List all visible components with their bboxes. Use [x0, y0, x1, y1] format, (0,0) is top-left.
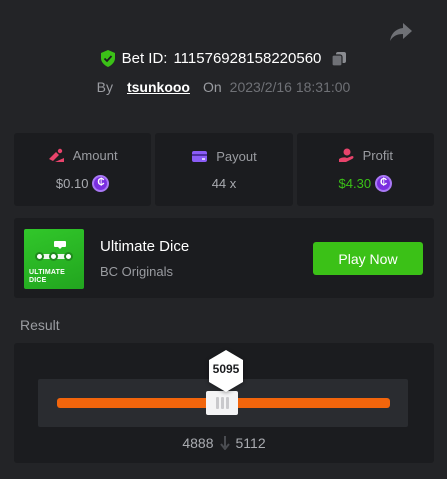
- game-title[interactable]: Ultimate Dice: [100, 238, 189, 255]
- dice-tag-icon: [54, 241, 66, 249]
- win-range: 4888 5112: [14, 435, 434, 451]
- coin-icon: ₵: [375, 174, 393, 192]
- range-low: 4888: [182, 435, 214, 451]
- roll-result-value: 5095: [212, 362, 240, 376]
- bet-chips-icon: [48, 148, 64, 162]
- stat-amount-value: $0.10: [55, 175, 89, 191]
- result-heading: Result: [20, 317, 60, 333]
- bet-date: 2023/2/16 18:31:00: [229, 79, 351, 95]
- game-thumbnail-logo: ULTIMATE DICE: [29, 269, 65, 284]
- hand-coins-icon: [338, 148, 354, 162]
- stat-profit-label: Profit: [362, 147, 393, 163]
- author-row: By tsunkooo On 2023/2/16 18:31:00: [0, 79, 447, 95]
- range-high: 5112: [235, 435, 266, 451]
- share-icon[interactable]: [389, 22, 413, 42]
- copy-icon[interactable]: [331, 51, 347, 67]
- stats-row: Amount $0.10 ₵ Payout 44 x Profit $4.30 …: [14, 133, 434, 206]
- stat-payout-label: Payout: [216, 148, 257, 164]
- coin-icon: ₵: [92, 174, 110, 192]
- arrow-down-icon: [214, 436, 236, 450]
- play-now-button[interactable]: Play Now: [313, 242, 423, 275]
- bet-id-label: Bet ID:: [121, 50, 168, 67]
- stat-amount-label: Amount: [72, 147, 118, 163]
- slider-handle: [206, 391, 238, 415]
- username-link[interactable]: tsunkooo: [127, 79, 190, 95]
- bet-id-value: 111576928158220560: [173, 50, 322, 67]
- stat-payout-value: 44 x: [211, 175, 237, 191]
- verified-shield-icon: [100, 50, 115, 67]
- game-thumbnail[interactable]: ULTIMATE DICE: [24, 229, 84, 289]
- bet-detail-page: Bet ID: 111576928158220560 By tsunkooo O…: [0, 0, 447, 479]
- stat-amount: Amount $0.10 ₵: [14, 133, 152, 206]
- by-label: By: [96, 79, 113, 95]
- on-label: On: [202, 79, 222, 95]
- result-panel: 5095 4888 5112: [14, 343, 434, 463]
- stat-profit-value: $4.30: [338, 175, 372, 191]
- stat-payout: Payout 44 x: [155, 133, 293, 206]
- wallet-icon: [192, 150, 208, 162]
- game-card: ULTIMATE DICE Ultimate Dice BC Originals…: [14, 218, 434, 298]
- stat-profit: Profit $4.30 ₵: [296, 133, 434, 206]
- game-provider: BC Originals: [100, 264, 173, 279]
- bet-id-row: Bet ID: 111576928158220560: [0, 50, 447, 67]
